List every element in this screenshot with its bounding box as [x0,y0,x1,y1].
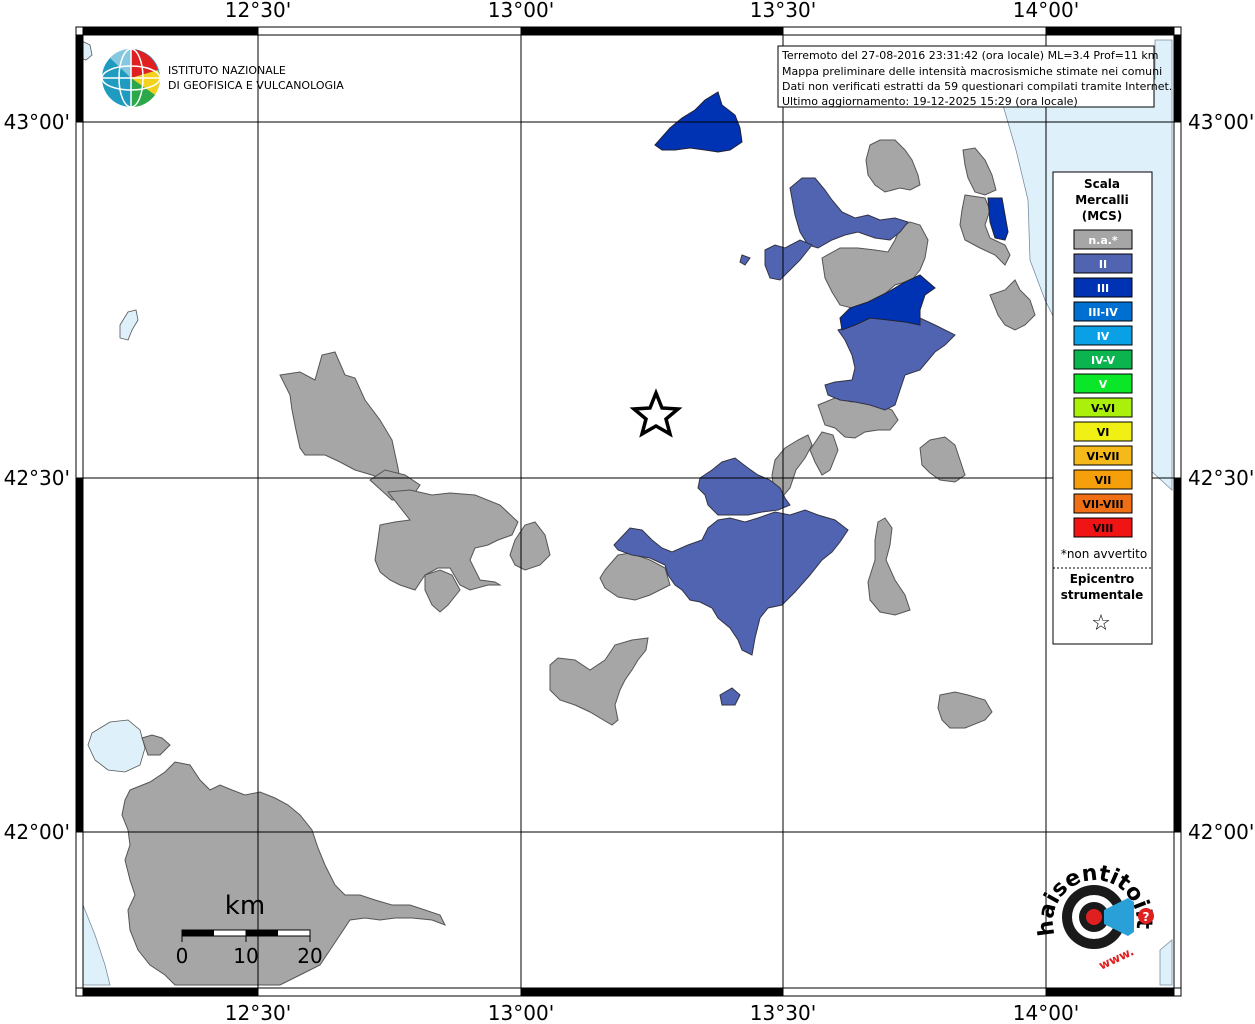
bottom-label-0: 12°30' [225,1001,291,1024]
ingv-line1: ISTITUTO NAZIONALE [168,64,286,77]
legend-item: n.a.* [1073,229,1133,250]
legend-label: III-IV [1088,306,1118,319]
legend-item: IV-V [1073,349,1133,370]
legend-star-icon: ☆ [1091,611,1111,636]
info-box: Terremoto del 27-08-2016 23:31:42 (ora l… [777,45,1172,108]
scale-title: km [225,891,265,921]
left-label-1: 42°30' [4,466,70,490]
bottom-label-1: 13°00' [488,1001,554,1024]
info-line-3: Ultimo aggiornamento: 19-12-2025 15:29 (… [782,95,1078,108]
legend-item: VII-VIII [1073,493,1133,514]
legend-label: VIII [1093,522,1114,535]
right-label-0: 43°00' [1188,110,1254,134]
legend-label: IV [1097,330,1110,343]
info-line-1: Mappa preliminare delle intensità macros… [782,65,1162,78]
legend-label: III [1097,282,1109,295]
ingv-line2: DI GEOFISICA E VULCANOLOGIA [168,79,344,92]
legend: Scala Mercalli (MCS) n.a.*IIIIIIII-IVIVI… [1052,171,1153,645]
top-label-3: 14°00' [1013,0,1079,22]
legend-label: n.a.* [1088,234,1118,247]
legend-label: VII [1095,474,1112,487]
axis-labels-bottom: 12°30' 13°00' 13°30' 14°00' [225,1001,1079,1024]
legend-label: IV-V [1091,354,1116,367]
left-label-2: 42°00' [4,820,70,844]
top-label-0: 12°30' [225,0,291,22]
legend-item: III [1073,277,1133,298]
scale-tick-2: 20 [297,944,322,968]
left-label-0: 43°00' [4,110,70,134]
legend-epicenter-0: Epicentro [1070,572,1135,586]
axis-labels-left: 43°00' 42°30' 42°00' [4,110,70,844]
info-line-0: Terremoto del 27-08-2016 23:31:42 (ora l… [781,49,1159,62]
info-line-2: Dati non verificati estratti da 59 quest… [782,80,1172,93]
legend-item: III-IV [1073,301,1133,322]
intensity-map: 12°30' 13°00' 13°30' 14°00' 12°30' 13°00… [0,0,1254,1024]
legend-item: VIII [1073,517,1133,538]
legend-item: II [1073,253,1133,274]
axis-labels-top: 12°30' 13°00' 13°30' 14°00' [225,0,1079,22]
scale-tick-1: 10 [233,944,258,968]
legend-item: V [1073,373,1133,394]
legend-label: V [1099,378,1108,391]
bottom-label-3: 14°00' [1013,1001,1079,1024]
legend-label: VI-VII [1086,450,1119,463]
brand-question: ? [1143,910,1150,924]
legend-epicenter-1: strumentale [1061,588,1144,602]
legend-label: VII-VIII [1082,498,1123,511]
right-label-2: 42°00' [1188,820,1254,844]
legend-label: VI [1097,426,1110,439]
axis-labels-right: 43°00' 42°30' 42°00' [1188,110,1254,844]
legend-title-0: Scala [1084,177,1120,191]
ingv-globe-icon [101,48,161,108]
top-label-1: 13°00' [488,0,554,22]
legend-item: V-VI [1073,397,1133,418]
right-label-1: 42°30' [1188,466,1254,490]
legend-label: II [1099,258,1107,271]
legend-label: V-VI [1091,402,1115,415]
legend-item: IV [1073,325,1133,346]
legend-item: VI [1073,421,1133,442]
legend-note: *non avvertito [1061,547,1147,561]
legend-item: VI-VII [1073,445,1133,466]
legend-item: VII [1073,469,1133,490]
legend-title-2: (MCS) [1082,209,1123,223]
scale-tick-0: 0 [176,944,189,968]
bottom-label-2: 13°30' [750,1001,816,1024]
top-label-2: 13°30' [750,0,816,22]
legend-title-1: Mercalli [1075,193,1129,207]
